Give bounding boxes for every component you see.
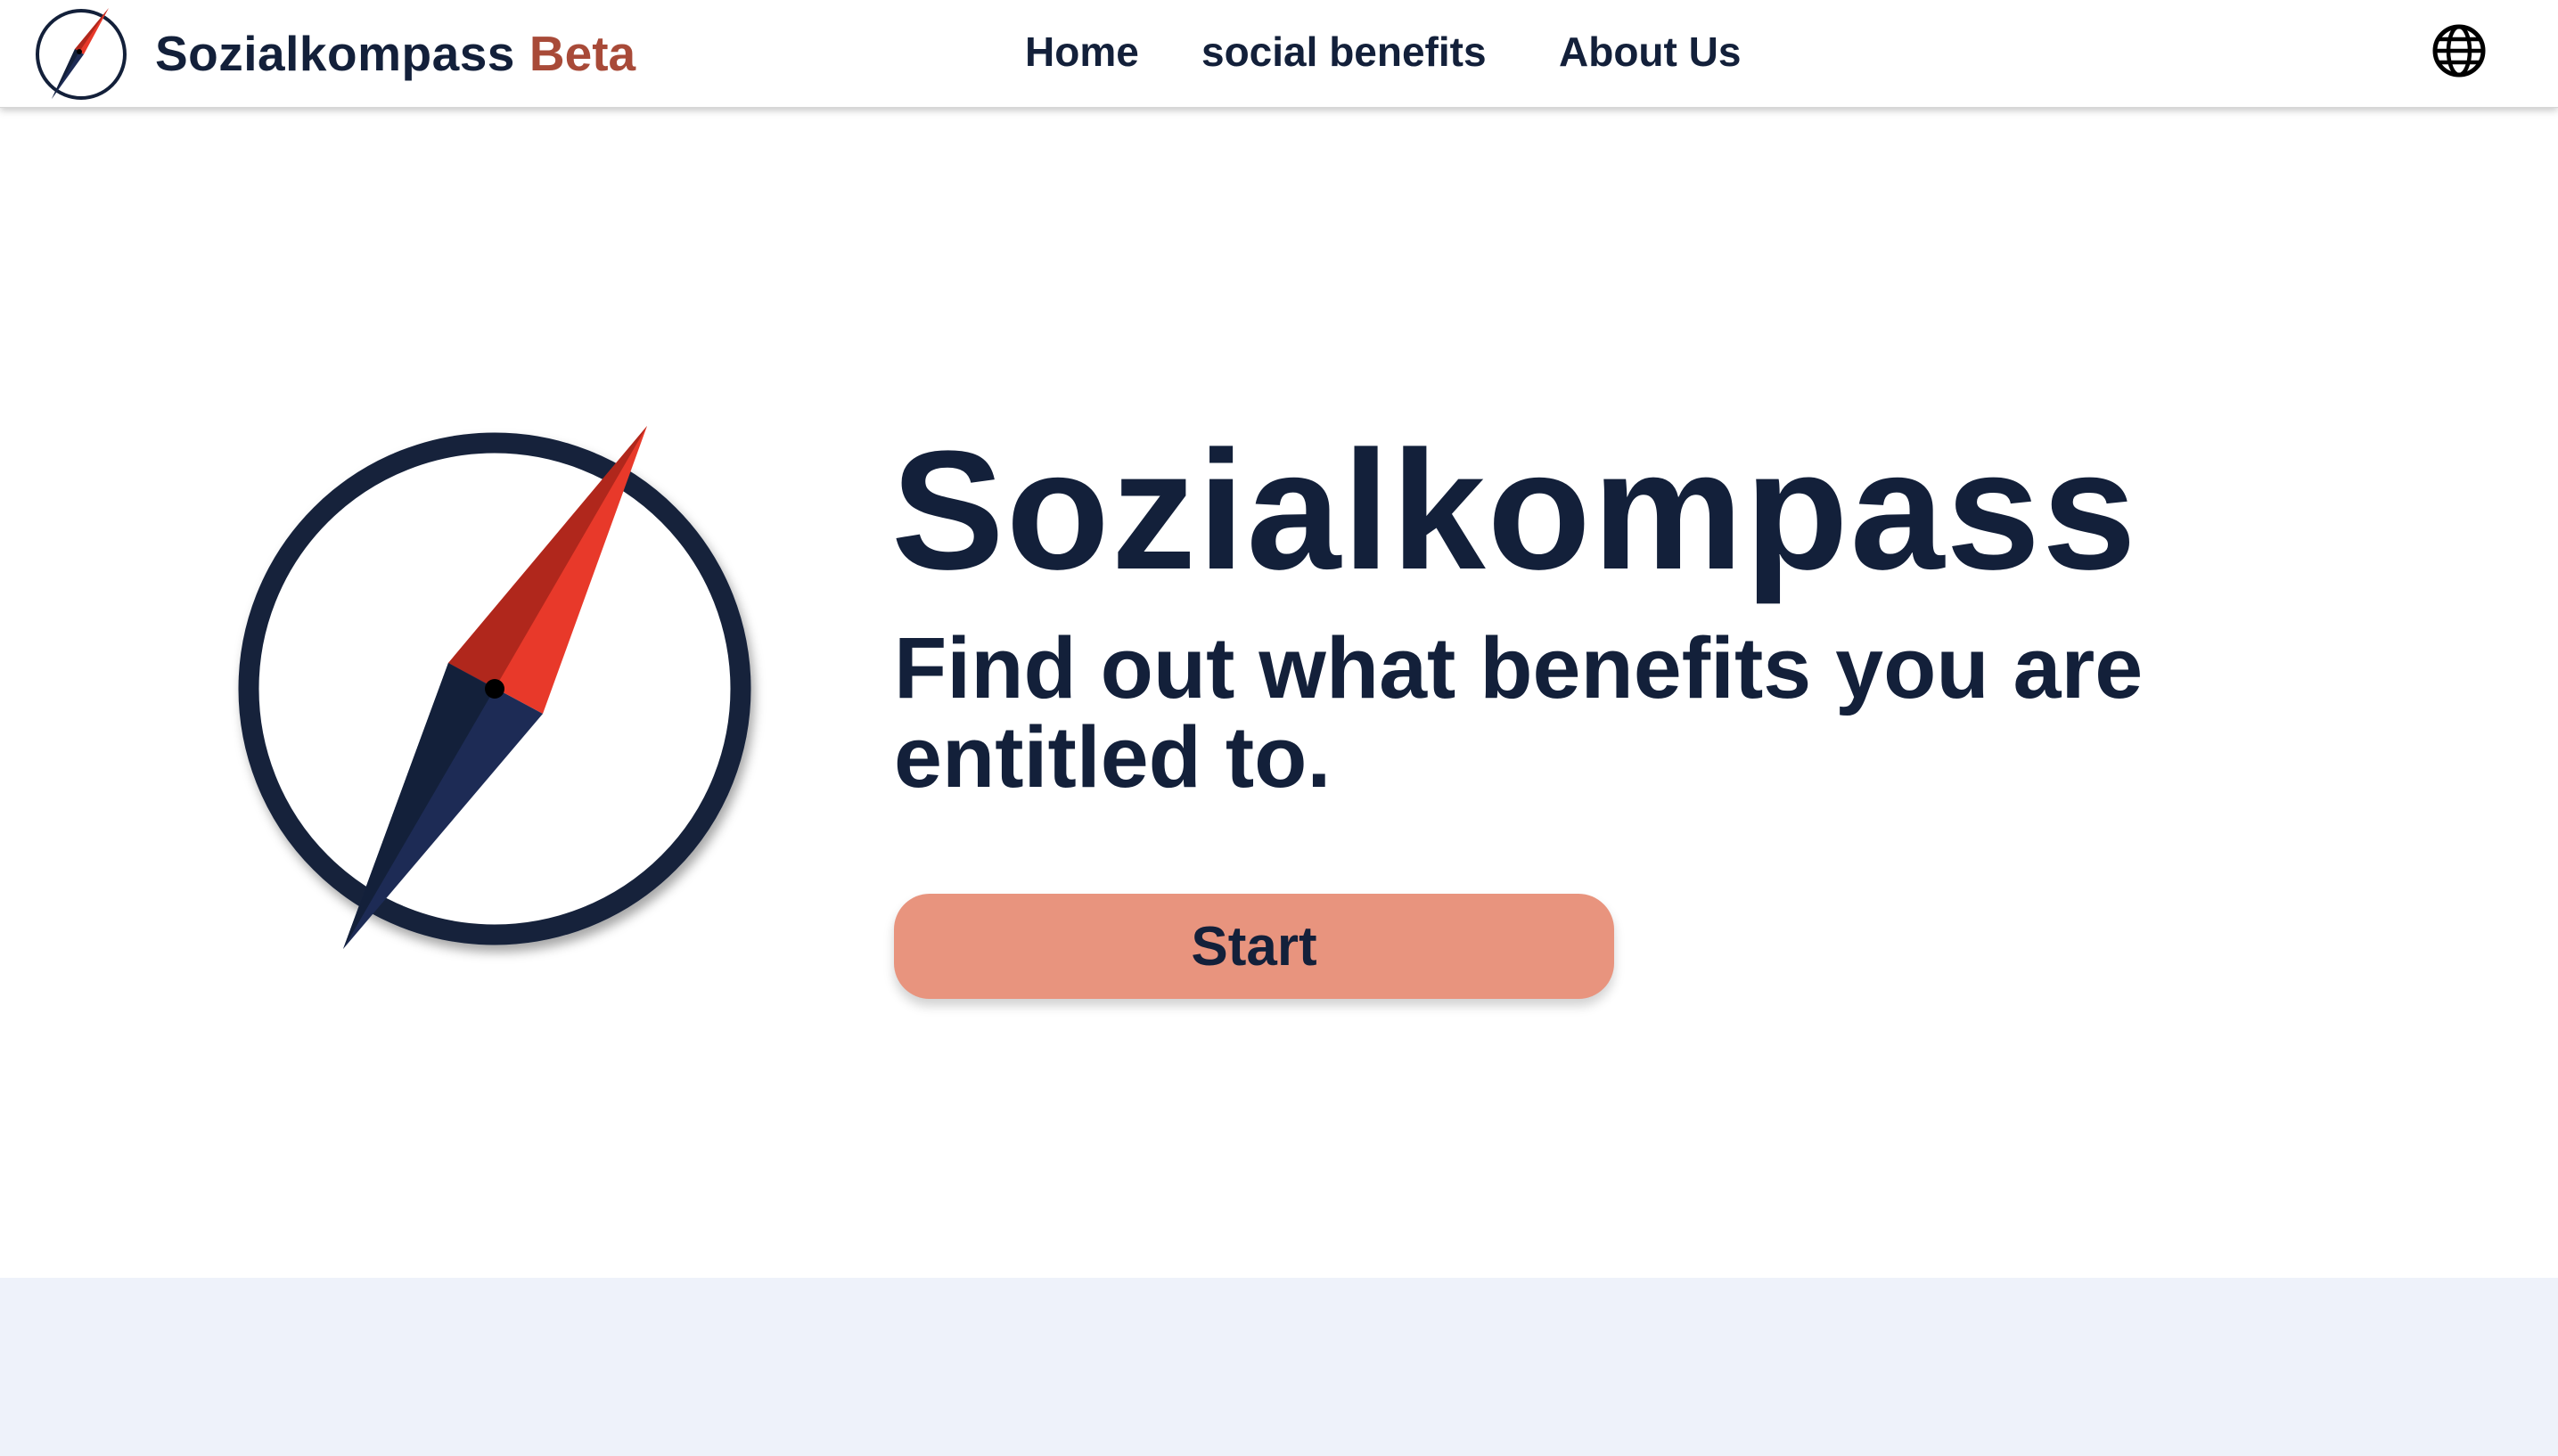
lower-section	[0, 1278, 2558, 1456]
nav-about-us[interactable]: About Us	[1559, 0, 1741, 107]
page: Sozialkompass Beta Home social benefits …	[0, 0, 2558, 1456]
compass-logo-icon	[36, 8, 127, 100]
top-navbar: Sozialkompass Beta Home social benefits …	[0, 0, 2558, 108]
brand-home-link[interactable]: Sozialkompass Beta	[34, 0, 635, 107]
hero-title: Sozialkompass	[891, 416, 2138, 605]
brand-name: Sozialkompass	[155, 26, 515, 81]
globe-icon	[2432, 24, 2486, 78]
nav-social-benefits[interactable]: social benefits	[1201, 0, 1487, 107]
hero-subtitle: Find out what benefits you are entitled …	[894, 619, 2144, 806]
nav-home[interactable]: Home	[1025, 0, 1139, 107]
compass-icon	[238, 426, 751, 949]
start-button[interactable]: Start	[894, 894, 1614, 999]
hero-compass	[232, 419, 767, 962]
language-selector[interactable]	[2431, 23, 2487, 78]
beta-label: Beta	[529, 26, 636, 81]
